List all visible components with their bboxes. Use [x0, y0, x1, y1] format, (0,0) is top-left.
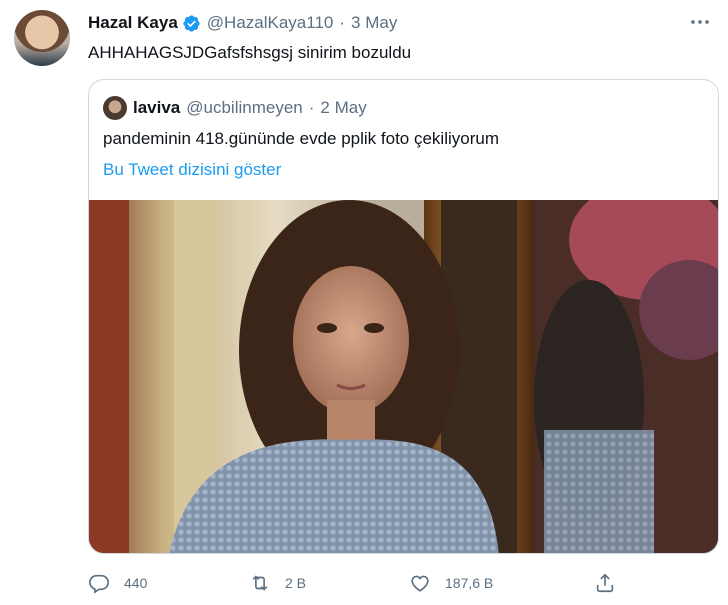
tweet-date[interactable]: 3 May — [351, 13, 397, 33]
separator-dot: · — [339, 13, 346, 32]
tweet-text: AHHAHAGSJDGafsfshsgsj sinirim bozuldu — [88, 43, 412, 62]
reply-count: 440 — [124, 575, 148, 591]
quoted-author-name: laviva — [133, 98, 181, 117]
quoted-tweet[interactable]: laviva @ucbilinmeyen · 2 May pandeminin … — [88, 79, 719, 554]
reply-icon — [89, 574, 109, 594]
author-name[interactable]: Hazal Kaya — [88, 13, 178, 33]
more-options-icon[interactable] — [688, 10, 712, 34]
like-count: 187,6 B — [445, 575, 494, 591]
retweet-icon — [252, 575, 268, 591]
retweet-button[interactable]: 2 B — [249, 568, 306, 598]
quoted-author-handle: @ucbilinmeyen — [186, 98, 303, 117]
share-icon — [596, 573, 614, 593]
quoted-separator-dot: · — [308, 98, 315, 117]
author-handle[interactable]: @HazalKaya110 — [207, 13, 334, 33]
photo-illustration — [89, 200, 718, 553]
quoted-tweet-photo[interactable] — [89, 200, 718, 553]
reply-button[interactable]: 440 — [88, 568, 147, 598]
heart-icon — [411, 575, 429, 592]
show-thread-link[interactable]: Bu Tweet dizisini göster — [103, 159, 281, 181]
tweet-header: Hazal Kaya @HazalKaya110 · 3 May — [88, 12, 397, 34]
quoted-author-avatar — [103, 96, 127, 120]
quoted-tweet-text: pandeminin 418.gününde evde pplik foto ç… — [103, 129, 499, 148]
verified-badge-icon — [183, 14, 200, 32]
share-button[interactable] — [594, 568, 630, 598]
quoted-tweet-date: 2 May — [320, 98, 367, 117]
like-button[interactable]: 187,6 B — [409, 568, 493, 598]
quoted-tweet-header: laviva @ucbilinmeyen · 2 May — [103, 96, 367, 120]
author-avatar[interactable] — [14, 10, 70, 66]
tweet-actions: 440 2 B 187,6 B — [88, 568, 648, 598]
retweet-count: 2 B — [285, 575, 307, 591]
